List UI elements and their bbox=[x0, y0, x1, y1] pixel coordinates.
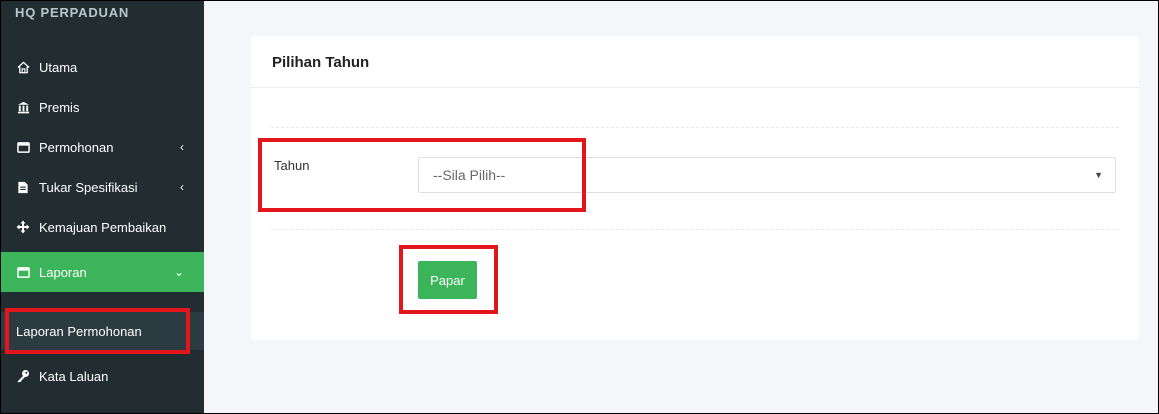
chevron-left-icon: ‹ bbox=[180, 180, 184, 194]
key-icon bbox=[16, 369, 30, 383]
home-icon bbox=[16, 60, 30, 74]
highlight-box-submenu bbox=[5, 308, 190, 354]
sidebar-item-permohonan[interactable]: Permohonan ‹ bbox=[1, 127, 204, 167]
sidebar-item-label: Kata Laluan bbox=[39, 368, 109, 384]
sidebar-item-label: Laporan bbox=[39, 264, 87, 280]
arrows-icon bbox=[16, 220, 30, 234]
sidebar-item-label: Premis bbox=[39, 99, 80, 115]
dropdown-caret-icon: ▼ bbox=[1094, 170, 1103, 180]
card-title: Pilihan Tahun bbox=[272, 54, 370, 71]
app-frame: HQ PERPADUAN Utama Premis Permohonan ‹ T… bbox=[0, 0, 1159, 414]
copy-icon bbox=[16, 140, 30, 154]
highlight-box-papar-button bbox=[399, 245, 498, 314]
chevron-down-icon: ⌄ bbox=[173, 265, 184, 279]
sidebar-item-tukar-spesifikasi[interactable]: Tukar Spesifikasi ‹ bbox=[1, 167, 204, 207]
brand-title: HQ PERPADUAN bbox=[15, 5, 130, 20]
sidebar-item-kemajuan-pembaikan[interactable]: Kemajuan Pembaikan bbox=[1, 207, 204, 247]
form-divider bbox=[271, 229, 1119, 230]
file-icon bbox=[16, 180, 30, 194]
form-divider bbox=[271, 127, 1119, 128]
copy-icon bbox=[16, 265, 30, 279]
highlight-box-year-field bbox=[258, 138, 586, 212]
card-divider bbox=[251, 87, 1139, 88]
sidebar-item-label: Kemajuan Pembaikan bbox=[39, 219, 167, 235]
sidebar-item-label: Permohonan bbox=[39, 139, 114, 155]
sidebar-item-laporan[interactable]: Laporan ⌄ bbox=[1, 252, 204, 292]
bank-icon bbox=[16, 100, 30, 114]
sidebar-item-label: Utama bbox=[39, 59, 78, 75]
sidebar-item-label: Tukar Spesifikasi bbox=[39, 179, 138, 195]
sidebar-item-premis[interactable]: Premis bbox=[1, 87, 204, 127]
sidebar-item-utama[interactable]: Utama bbox=[1, 47, 204, 87]
chevron-left-icon: ‹ bbox=[180, 140, 184, 154]
sidebar-item-kata-laluan[interactable]: Kata Laluan bbox=[1, 356, 204, 396]
